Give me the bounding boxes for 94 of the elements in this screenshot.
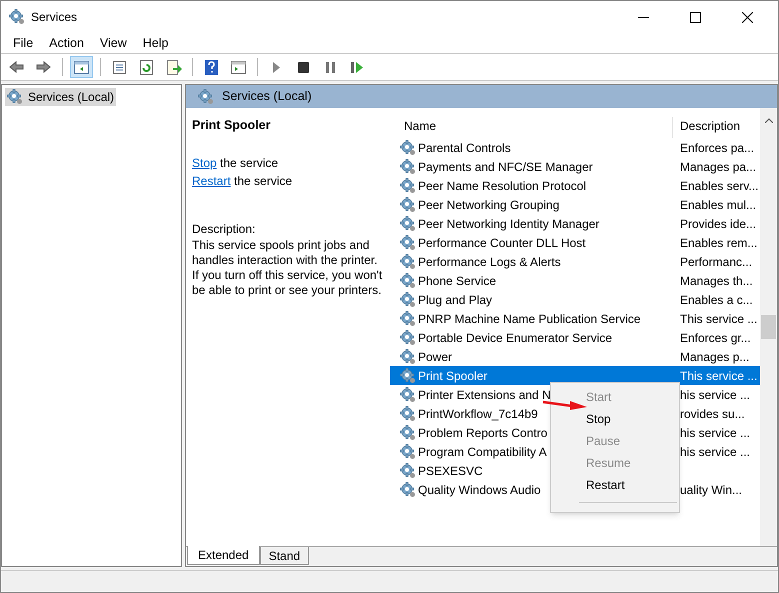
gear-icon	[400, 348, 416, 364]
action-text: Restart the service	[192, 172, 294, 190]
description-cell: Performanc...	[680, 254, 752, 268]
description-cell: This service ...	[680, 368, 758, 382]
description-cell: Enables rem...	[680, 236, 758, 250]
gear-icon	[400, 386, 416, 402]
gear-icon	[400, 140, 416, 156]
menu-item[interactable]: View	[92, 34, 135, 52]
gear-icon	[400, 424, 416, 440]
description-cell: Provides ide...	[680, 216, 756, 230]
description-cell: his service ...	[680, 388, 750, 402]
service-name-cell[interactable]: PrintWorkflow_7c14b9	[418, 404, 538, 422]
selected-row-highlight[interactable]: Print Spooler This service ...	[390, 366, 760, 385]
description-cell: Manages p...	[680, 350, 750, 364]
gear-icon	[7, 89, 23, 105]
gear-icon	[400, 406, 416, 422]
tree-item[interactable]: Services (Local)	[5, 88, 116, 106]
pane-title: Services (Local)	[222, 88, 312, 106]
gear-icon	[400, 444, 416, 460]
action-text: Stop the service	[192, 154, 280, 172]
gear-icon	[400, 462, 416, 478]
description-cell: Manages pa...	[680, 160, 756, 174]
gear-icon	[400, 292, 416, 308]
description-cell: uality Win...	[680, 482, 742, 496]
service-name-cell[interactable]: Print Spooler	[418, 366, 488, 384]
gear-icon	[198, 88, 214, 104]
gear-icon	[400, 178, 416, 194]
service-name-cell[interactable]: Power	[418, 348, 452, 366]
description-cell: Enforces pa...	[680, 140, 754, 154]
view-tab[interactable]: Stand	[260, 547, 310, 565]
console-tree-button[interactable]	[70, 56, 93, 78]
service-name-cell[interactable]: PSEXESVC	[418, 462, 483, 480]
view-tab[interactable]: Extended	[187, 546, 260, 565]
action-link[interactable]: Stop	[192, 156, 217, 170]
forward-arrow-icon	[35, 58, 52, 76]
service-name-cell[interactable]: PNRP Machine Name Publication Service	[418, 310, 641, 328]
refresh-icon	[138, 58, 155, 76]
help-icon	[203, 58, 220, 76]
gear-icon	[400, 272, 416, 288]
menu-item[interactable]: File	[5, 34, 42, 52]
gear-icon	[9, 9, 25, 25]
maximize-icon	[690, 12, 700, 22]
description-cell: This service ...	[680, 312, 758, 326]
service-name-cell[interactable]: Quality Windows Audio	[418, 480, 541, 498]
gear-icon	[400, 158, 416, 174]
service-name-cell[interactable]: Payments and NFC/SE Manager	[418, 158, 593, 176]
service-name-cell[interactable]: Plug and Play	[418, 290, 492, 308]
service-name-cell[interactable]: Printer Extensions and N	[418, 386, 551, 404]
description-cell: rovides su...	[680, 406, 745, 420]
service-name-cell[interactable]: Portable Device Enumerator Service	[418, 328, 612, 346]
gear-icon	[400, 254, 416, 270]
gear-icon	[400, 330, 416, 346]
gear-icon	[400, 234, 416, 250]
description-cell: his service ...	[680, 444, 750, 458]
service-name-cell[interactable]: Performance Counter DLL Host	[418, 234, 586, 252]
context-menu-item[interactable]: Restart	[551, 474, 679, 496]
service-name-cell[interactable]: Program Compatibility A	[418, 442, 547, 460]
service-name-cell[interactable]: Peer Name Resolution Protocol	[418, 176, 586, 194]
service-name-cell[interactable]: Peer Networking Grouping	[418, 196, 560, 214]
service-name-cell[interactable]: Phone Service	[418, 272, 496, 290]
scrollbar[interactable]	[760, 108, 777, 546]
action-link[interactable]: Restart	[192, 174, 231, 188]
service-name-cell[interactable]: Parental Controls	[418, 138, 511, 156]
description-cell: Enables serv...	[680, 178, 758, 192]
gear-icon	[400, 216, 416, 232]
properties-icon	[111, 58, 128, 76]
menu-item[interactable]: Help	[134, 34, 176, 52]
gear-icon	[400, 482, 416, 498]
description-text: This service spools print jobs and handles interaction with the printer. If you turn off this service, you won't be able to print or see your printers.	[192, 238, 384, 298]
close-icon	[742, 12, 752, 22]
description-cell: his service ...	[680, 426, 750, 440]
back-arrow-icon	[8, 58, 25, 76]
pointer-arrow	[542, 399, 588, 411]
service-name-cell[interactable]: Performance Logs & Alerts	[418, 252, 561, 270]
export-icon	[165, 58, 182, 76]
gear-icon	[400, 310, 416, 326]
description-cell: Enables a c...	[680, 292, 753, 306]
console-tree-icon	[73, 58, 90, 76]
gear-icon	[400, 196, 416, 212]
description-label: Description:	[192, 220, 256, 238]
gear-icon	[400, 368, 416, 384]
description-cell: Enables mul...	[680, 198, 756, 212]
service-name: Print Spooler	[192, 117, 272, 134]
service-name-cell[interactable]: Peer Networking Identity Manager	[418, 214, 600, 232]
description-cell: Enforces gr...	[680, 330, 751, 344]
action-pane-icon	[230, 58, 247, 76]
column-header[interactable]: Name	[390, 117, 672, 138]
service-name-cell[interactable]: Problem Reports Contro	[418, 424, 548, 442]
window-title: Services	[31, 9, 78, 26]
menu-item[interactable]: Action	[41, 34, 92, 52]
scroll-up-icon[interactable]	[764, 118, 772, 123]
context-menu-item[interactable]: Stop	[551, 408, 679, 430]
scroll-thumb[interactable]	[761, 315, 776, 339]
description-cell: Manages th...	[680, 274, 753, 288]
